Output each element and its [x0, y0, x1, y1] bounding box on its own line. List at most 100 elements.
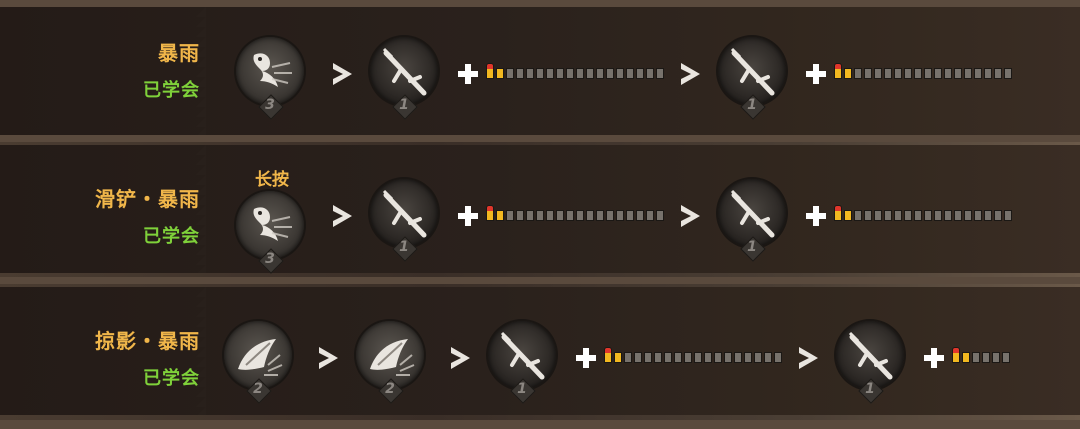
ammo-cell-empty — [964, 210, 972, 221]
combo-label: 掠影・暴雨 已学会 — [95, 325, 200, 390]
ammo-cell-filled — [952, 347, 960, 363]
rifle-icon: 1 — [718, 179, 786, 262]
ammo-cell-empty — [874, 210, 882, 221]
ammo-cell-empty — [884, 210, 892, 221]
ammo-cell-filled — [962, 352, 970, 363]
ammo-cell-empty — [656, 210, 664, 221]
chevron-right-icon — [451, 347, 470, 369]
ammo-cell-empty — [566, 68, 574, 79]
ammo-cell-empty — [964, 68, 972, 79]
ammo-cell-empty — [904, 68, 912, 79]
ammo-cell-filled — [496, 68, 504, 79]
ammo-cell-empty — [724, 352, 732, 363]
combo-row[interactable]: 暴雨 已学会 3 1 1 — [0, 7, 1080, 135]
ammo-cell-empty — [934, 210, 942, 221]
dash-bird-icon: 3 — [236, 37, 304, 120]
divider — [0, 277, 1080, 284]
ammo-cell-empty — [566, 210, 574, 221]
divider — [0, 0, 1080, 7]
ammo-cell-empty — [674, 352, 682, 363]
ammo-cell-empty — [904, 210, 912, 221]
combo-name: 暴雨 — [158, 41, 200, 65]
ammo-bar — [834, 61, 1012, 79]
ammo-cell-filled — [844, 210, 852, 221]
count-badge: 1 — [510, 378, 536, 404]
learned-status: 已学会 — [143, 80, 200, 101]
count-badge: 1 — [740, 94, 766, 120]
shadow-strike-icon: 2 — [224, 321, 292, 404]
ammo-cell-filled — [486, 205, 494, 221]
ammo-cell-empty — [944, 68, 952, 79]
ammo-cell-empty — [974, 210, 982, 221]
shadow-strike-icon: 2 — [356, 321, 424, 404]
ammo-cell-empty — [984, 68, 992, 79]
ammo-cell-empty — [924, 68, 932, 79]
ammo-cell-empty — [764, 352, 772, 363]
ammo-cell-empty — [606, 68, 614, 79]
ammo-cell-empty — [874, 68, 882, 79]
count-badge: 3 — [258, 94, 284, 120]
plus-icon — [458, 206, 478, 226]
ammo-cell-empty — [924, 210, 932, 221]
plus-icon — [576, 348, 596, 368]
combo-list-panel: 暴雨 已学会 3 1 1 滑铲・暴雨 已学会 长按 3 1 1 掠影・暴雨 已学… — [0, 0, 1080, 429]
learned-status: 已学会 — [143, 368, 200, 389]
ammo-cell-empty — [596, 68, 604, 79]
ammo-bar — [834, 203, 1012, 221]
ammo-cell-empty — [1002, 352, 1010, 363]
ammo-bar — [604, 345, 782, 363]
ammo-cell-empty — [536, 210, 544, 221]
ammo-cell-filled — [614, 352, 622, 363]
ammo-cell-empty — [934, 68, 942, 79]
ammo-cell-empty — [506, 68, 514, 79]
ammo-cell-empty — [1004, 68, 1012, 79]
ammo-cell-empty — [506, 210, 514, 221]
combo-row[interactable]: 滑铲・暴雨 已学会 长按 3 1 1 — [0, 145, 1080, 274]
ammo-cell-empty — [714, 352, 722, 363]
ammo-cell-empty — [576, 210, 584, 221]
ammo-cell-empty — [606, 210, 614, 221]
ammo-cell-empty — [546, 210, 554, 221]
ammo-cell-empty — [664, 352, 672, 363]
ammo-bar — [952, 345, 1010, 363]
combo-label: 滑铲・暴雨 已学会 — [95, 183, 200, 248]
ammo-cell-empty — [596, 210, 604, 221]
ammo-cell-empty — [556, 68, 564, 79]
combo-row[interactable]: 掠影・暴雨 已学会 2 2 1 1 — [0, 287, 1080, 415]
ammo-cell-empty — [654, 352, 662, 363]
ammo-cell-empty — [894, 210, 902, 221]
plus-icon — [924, 348, 944, 368]
combo-name: 滑铲・暴雨 — [95, 187, 200, 211]
ammo-cell-empty — [626, 68, 634, 79]
ammo-cell-empty — [644, 352, 652, 363]
ammo-cell-empty — [984, 210, 992, 221]
ammo-cell-empty — [864, 68, 872, 79]
ammo-bar — [486, 203, 664, 221]
ammo-cell-empty — [704, 352, 712, 363]
ammo-cell-empty — [992, 352, 1000, 363]
ammo-cell-empty — [972, 352, 980, 363]
ammo-cell-empty — [516, 210, 524, 221]
ammo-cell-empty — [616, 210, 624, 221]
ammo-cell-empty — [556, 210, 564, 221]
ammo-cell-empty — [634, 352, 642, 363]
ammo-cell-empty — [864, 210, 872, 221]
ammo-cell-empty — [944, 210, 952, 221]
ammo-cell-empty — [526, 68, 534, 79]
count-badge: 1 — [740, 236, 766, 262]
ammo-cell-empty — [546, 68, 554, 79]
rifle-icon: 1 — [488, 321, 556, 404]
ammo-cell-filled — [834, 205, 842, 221]
ammo-cell-empty — [884, 68, 892, 79]
chevron-right-icon — [799, 347, 818, 369]
count-badge: 2 — [378, 378, 404, 404]
ammo-cell-empty — [626, 210, 634, 221]
rifle-icon: 1 — [718, 37, 786, 120]
count-badge: 1 — [392, 236, 418, 262]
ammo-cell-empty — [954, 68, 962, 79]
rifle-icon: 1 — [836, 321, 904, 404]
ammo-cell-empty — [586, 210, 594, 221]
ammo-cell-empty — [734, 352, 742, 363]
chevron-right-icon — [333, 63, 352, 85]
ammo-cell-empty — [994, 210, 1002, 221]
